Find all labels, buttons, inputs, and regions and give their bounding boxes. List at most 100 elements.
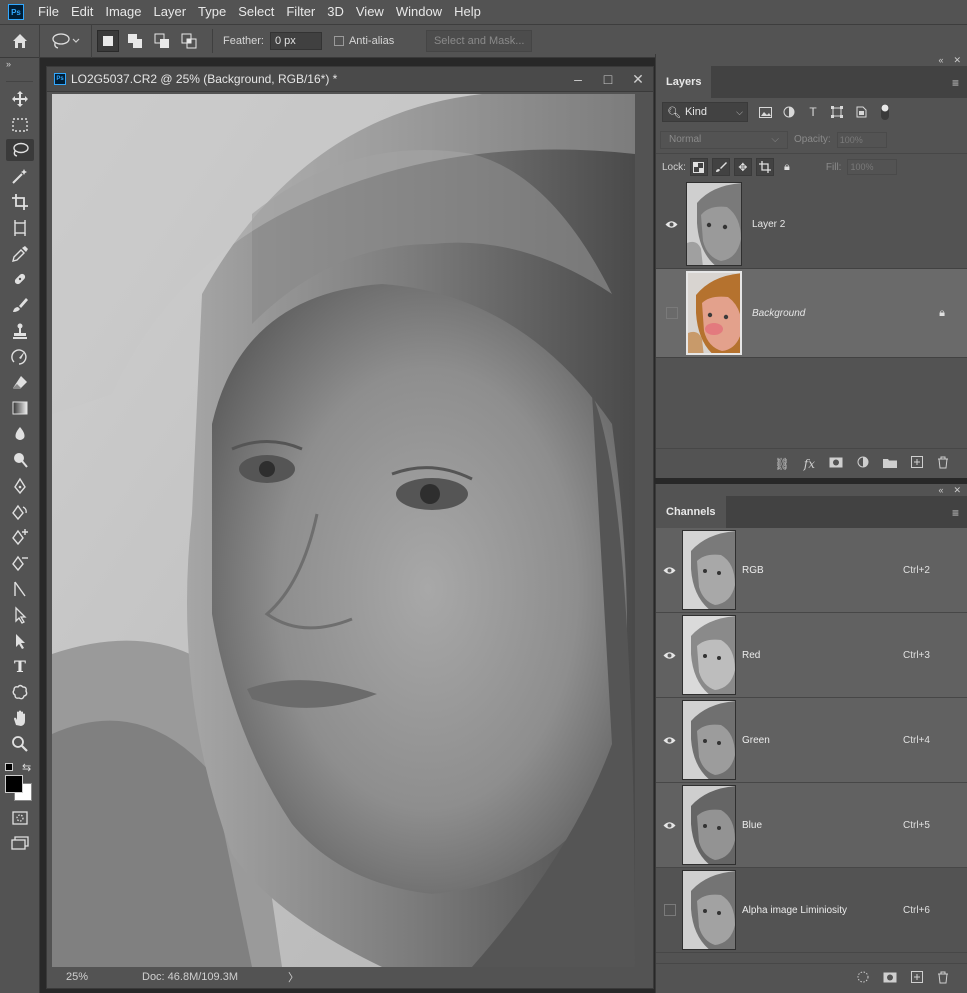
visibility-eye-icon[interactable] [656,220,686,229]
close-icon[interactable]: ✕ [623,71,653,88]
move-tool-icon[interactable] [0,86,40,112]
type-tool-icon[interactable]: T [0,654,40,680]
channel-row-green[interactable]: Green Ctrl+4 [656,698,967,783]
new-adjustment-layer-icon[interactable] [857,456,869,471]
menu-file[interactable]: File [32,0,65,24]
adjustment-filter-icon[interactable] [782,105,796,119]
eraser-tool-icon[interactable] [0,370,40,396]
delete-anchor-point-tool-icon[interactable] [0,550,40,576]
subtract-from-selection-icon[interactable] [151,30,173,52]
home-icon[interactable] [0,24,40,58]
history-brush-tool-icon[interactable] [0,344,40,370]
menu-window[interactable]: Window [390,0,448,24]
freeform-pen-tool-icon[interactable] [0,499,40,525]
visibility-eye-icon[interactable] [656,651,682,660]
new-selection-icon[interactable] [97,30,119,52]
screen-mode-icon[interactable] [0,831,40,857]
link-layers-icon[interactable]: ⛓ [775,457,790,471]
lock-image-pixels-icon[interactable] [711,158,730,176]
vertical-scrollbar[interactable] [635,94,653,967]
new-layer-icon[interactable] [911,456,923,471]
blend-mode-dropdown[interactable]: Normal ⌵ [660,130,788,149]
path-selection-tool-icon[interactable] [0,602,40,628]
smart-object-filter-icon[interactable] [854,105,868,119]
foreground-color-swatch[interactable] [5,774,23,793]
magic-wand-tool-icon[interactable] [0,163,40,189]
delete-layer-icon[interactable] [937,456,949,472]
load-channel-as-selection-icon[interactable] [857,971,869,986]
menu-image[interactable]: Image [99,0,147,24]
layer-name[interactable]: Layer 2 [752,219,785,230]
clone-stamp-tool-icon[interactable] [0,318,40,344]
image-canvas[interactable] [52,94,635,967]
zoom-tool-icon[interactable] [0,731,40,757]
default-colors-icon[interactable] [5,762,13,771]
layer-name[interactable]: Background [752,308,805,319]
add-anchor-point-tool-icon[interactable] [0,525,40,551]
close-panel-icon[interactable]: ✕ [953,55,961,66]
pen-tool-icon[interactable] [0,473,40,499]
new-channel-icon[interactable] [911,971,923,986]
add-mask-icon[interactable] [829,457,843,471]
collapse-toolbar-icon[interactable]: » [0,58,39,72]
swap-colors-icon[interactable]: ⇆ [22,761,31,774]
channel-row-alpha[interactable]: Alpha image Liminiosity Ctrl+6 [656,868,967,953]
lock-transparent-pixels-icon[interactable] [689,158,708,176]
shape-filter-icon[interactable] [830,105,844,119]
collapse-panel-icon[interactable]: « [938,55,943,65]
menu-select[interactable]: Select [232,0,280,24]
menu-help[interactable]: Help [448,0,487,24]
new-group-icon[interactable] [883,457,897,471]
lock-position-icon[interactable]: ✥ [733,158,752,176]
filter-toggle-icon[interactable] [878,104,892,120]
marquee-tool-icon[interactable] [0,112,40,138]
lock-all-icon[interactable]: 🔒︎ [778,158,796,176]
add-to-selection-icon[interactable] [124,30,146,52]
menu-view[interactable]: View [350,0,390,24]
toolbar-grip[interactable] [6,72,33,82]
convert-point-tool-icon[interactable] [0,576,40,602]
direct-selection-tool-icon[interactable] [0,628,40,654]
lasso-preset-picker[interactable] [40,24,92,58]
quick-mask-icon[interactable] [0,805,40,831]
close-panel-icon[interactable]: ✕ [953,485,961,496]
panel-menu-icon[interactable]: ≡ [952,506,959,520]
visibility-eye-icon[interactable] [656,821,682,830]
tab-layers[interactable]: Layers [656,66,712,98]
layer-row-layer-2[interactable]: Layer 2 [656,180,967,269]
dodge-tool-icon[interactable] [0,447,40,473]
opacity-input[interactable]: 100% [836,131,887,148]
blur-tool-icon[interactable] [0,421,40,447]
select-and-mask-button[interactable]: Select and Mask... [426,30,533,52]
feather-input[interactable]: 0 px [269,32,322,50]
frame-tool-icon[interactable] [0,215,40,241]
maximize-icon[interactable]: □ [593,71,623,87]
save-selection-as-channel-icon[interactable] [883,972,897,986]
document-tab[interactable]: Ps LO2G5037.CR2 @ 25% (Background, RGB/1… [47,67,653,92]
menu-edit[interactable]: Edit [65,0,99,24]
custom-shape-tool-icon[interactable] [0,679,40,705]
intersect-selection-icon[interactable] [178,30,200,52]
anti-alias-checkbox[interactable] [333,36,344,46]
layer-row-background[interactable]: Background 🔒︎ [656,269,967,358]
visibility-toggle-empty[interactable] [656,307,686,319]
panel-menu-icon[interactable]: ≡ [952,76,959,90]
menu-type[interactable]: Type [192,0,232,24]
lock-artboard-icon[interactable] [755,158,774,176]
menu-filter[interactable]: Filter [280,0,321,24]
channel-row-blue[interactable]: Blue Ctrl+5 [656,783,967,868]
menu-layer[interactable]: Layer [148,0,193,24]
eyedropper-tool-icon[interactable] [0,241,40,267]
channel-row-red[interactable]: Red Ctrl+3 [656,613,967,698]
crop-tool-icon[interactable] [0,189,40,215]
minimize-icon[interactable]: – [563,71,593,87]
fill-input[interactable]: 100% [847,159,898,175]
type-filter-icon[interactable]: T [806,105,820,119]
brush-tool-icon[interactable] [0,292,40,318]
lasso-tool-icon[interactable] [0,138,40,164]
delete-channel-icon[interactable] [937,971,949,987]
healing-brush-tool-icon[interactable] [0,267,40,293]
visibility-eye-icon[interactable] [656,566,682,575]
collapse-panel-icon[interactable]: « [938,485,943,495]
kind-filter-dropdown[interactable]: 🔍︎ Kind ⌵ [662,102,748,122]
